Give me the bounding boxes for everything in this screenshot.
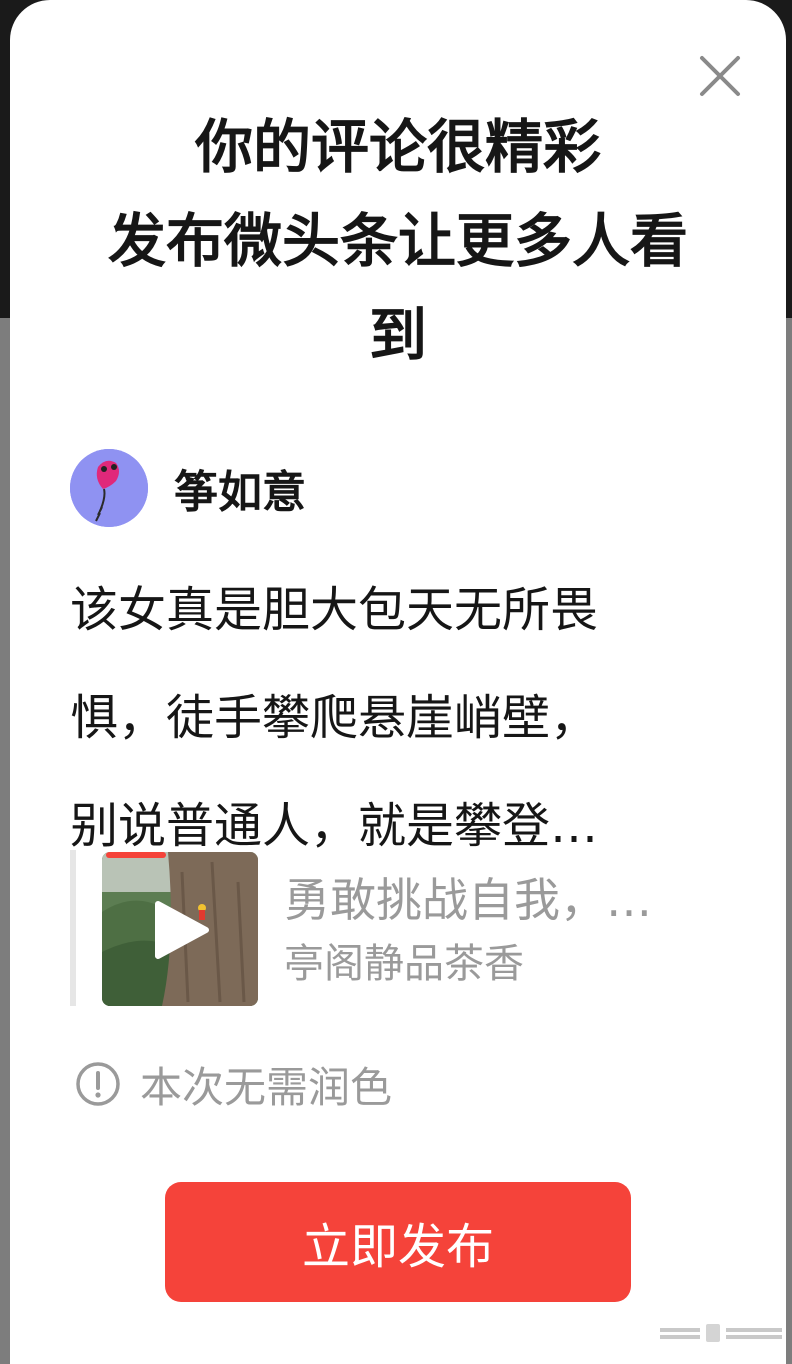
author-row: 筝如意 [70, 448, 306, 528]
dialog-title: 你的评论很精彩 发布微头条让更多人看 到 [10, 100, 786, 382]
close-icon [700, 56, 740, 96]
comment-text: 该女真是胆大包天无所畏 惧，徒手攀爬悬崖峭壁， 别说普通人，就是攀登… [70, 556, 710, 880]
notice-text: 本次无需润色 [140, 1062, 393, 1112]
watermark-mark [660, 1324, 782, 1342]
info-circle-icon [76, 1062, 120, 1106]
author-name: 筝如意 [174, 467, 306, 518]
card-source: 亭阁静品茶香 [284, 941, 524, 987]
publish-now-button[interactable]: 立即发布 [165, 1182, 631, 1302]
comment-line-1: 该女真是胆大包天无所畏 [70, 582, 599, 638]
title-line-2: 发布微头条让更多人看 [107, 207, 688, 275]
video-thumbnail[interactable] [102, 852, 258, 1006]
publish-dialog: 你的评论很精彩 发布微头条让更多人看 到 筝如意 该女真是胆大包天无所畏 惧，徒… [10, 0, 786, 1364]
polish-notice: 本次无需润色 [74, 1052, 392, 1116]
title-line-1: 你的评论很精彩 [194, 113, 601, 181]
close-button[interactable] [692, 48, 748, 104]
card-title: 勇敢挑战自我，… [284, 873, 652, 927]
comment-line-2: 惧，徒手攀爬悬崖峭壁， [70, 690, 599, 746]
quote-bar [70, 850, 76, 1006]
card-text: 勇敢挑战自我，… 亭阁静品茶香 [284, 866, 730, 994]
play-icon [155, 901, 209, 959]
title-line-3: 到 [368, 301, 427, 369]
avatar [70, 449, 148, 527]
quoted-video-card[interactable]: 勇敢挑战自我，… 亭阁静品茶香 [70, 850, 730, 1006]
